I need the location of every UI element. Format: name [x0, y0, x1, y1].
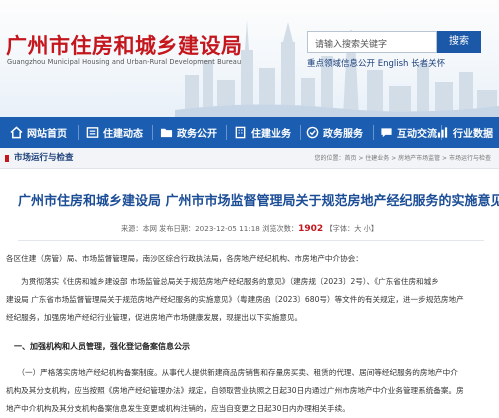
paragraph-line: 建设局 广东省市场监督管理局关于规范房地产经纪服务的实施意见》（粤建房函〔202… [6, 295, 464, 304]
folder-icon [160, 128, 173, 138]
paragraph-line: 为贯彻落实《住房和城乡建设部 市场监管总局关于规范房地产经纪服务的意见》（建房规… [6, 277, 439, 286]
font-size-controls[interactable]: 【字体：大 小】 [323, 224, 378, 233]
site-subtitle: Guangzhou Municipal Housing and Urban-Ru… [7, 58, 242, 66]
paragraph-line: 经纪服务，加强房地产经纪行业管理，促进房地产市场健康发展，现提出以下实施意见。 [6, 313, 303, 322]
breadcrumb[interactable]: 您的位置：首页 > 住建业务 > 房地产市场监管 > 市场运行与检查 [314, 148, 491, 169]
section-heading: 一、加强机构和人员管理，强化登记备案信息公示 [14, 342, 190, 351]
nav-item-interaction[interactable]: 互动交流 [380, 117, 437, 148]
nav-item-home[interactable]: 网站首页 [10, 117, 67, 148]
nav-item-data[interactable]: 行业数据 [436, 117, 493, 148]
chat-icon [381, 128, 392, 138]
nav-label: 行业数据 [453, 129, 493, 140]
search-button[interactable]: 搜索 [437, 31, 481, 53]
nav-divider [226, 125, 227, 140]
view-count: 1902 [298, 224, 324, 234]
article-paragraph: （一）严格落实房地产经纪机构备案制度。从事代人提供新建商品房销售和存量房买卖、租… [6, 364, 464, 418]
page: 广州市住房和城乡建设局 Guangzhou Municipal Housing … [0, 0, 499, 418]
paragraph-line: 机构及其分支机构，应当按照《房地产经纪管理办法》规定，自领取营业执照之日起30日… [6, 386, 464, 395]
nav-label: 住建动态 [103, 129, 143, 140]
nav-item-services[interactable]: 政务服务 [306, 117, 363, 148]
service-icon [306, 126, 319, 139]
divider [18, 240, 484, 241]
news-icon [86, 127, 99, 138]
home-icon [10, 126, 23, 139]
hot-links[interactable]: 重点领域信息公开 English 长者关怀 [307, 57, 445, 69]
nav-item-gov-affairs[interactable]: 政务公开 [160, 117, 217, 148]
article-paragraph: 各区住建（房管）局、市场监督管理局，南沙区综合行政执法局，各房地产经纪机构、市房… [6, 254, 363, 263]
site-header: 广州市住房和城乡建设局 Guangzhou Municipal Housing … [0, 0, 499, 117]
nav-label: 政务公开 [177, 129, 217, 140]
site-title[interactable]: 广州市住房和城乡建设局 [6, 30, 243, 60]
nav-label: 政务服务 [323, 129, 363, 140]
search-box [307, 31, 437, 55]
paragraph-line: （一）严格落实房地产经纪机构备案制度。从事代人提供新建商品房销售和存量房买卖、租… [6, 368, 458, 377]
chart-icon [437, 127, 448, 138]
nav-item-news[interactable]: 住建动态 [86, 117, 143, 148]
main-nav: 网站首页 住建动态 政务公开 住建业务 政务服务 互动交流 行业数据 [0, 117, 499, 148]
nav-divider [78, 125, 79, 140]
nav-label: 网站首页 [27, 129, 67, 140]
article-meta: 来源：本网 发布日期：2023-12-05 11:18 浏览次数：1902 【字… [0, 224, 499, 234]
nav-label: 互动交流 [397, 129, 437, 140]
building-icon [235, 126, 246, 139]
nav-item-business[interactable]: 住建业务 [234, 117, 291, 148]
breadcrumb-bar: 市场运行与检查 您的位置：首页 > 住建业务 > 房地产市场监管 > 市场运行与… [0, 148, 499, 169]
meta-source-date: 来源：本网 发布日期：2023-12-05 11:18 浏览次数： [120, 224, 299, 233]
nav-divider [152, 125, 153, 140]
article-title: 广州市住房和城乡建设局 广州市市场监督管理局关于规范房地产经纪服务的实施意见 [18, 194, 499, 209]
search-input[interactable] [308, 35, 436, 55]
paragraph-line: 地产中介机构及其分支机构备案信息发生变更或机构注销的，应当自变更之日起30日内办… [6, 404, 350, 413]
nav-label: 住建业务 [251, 129, 291, 140]
breadcrumb-section[interactable]: 市场运行与检查 [0, 148, 74, 169]
article-paragraph: 为贯彻落实《住房和城乡建设部 市场监管总局关于规范房地产经纪服务的意见》（建房规… [6, 273, 464, 327]
nav-divider [373, 125, 374, 140]
nav-divider [300, 125, 301, 140]
